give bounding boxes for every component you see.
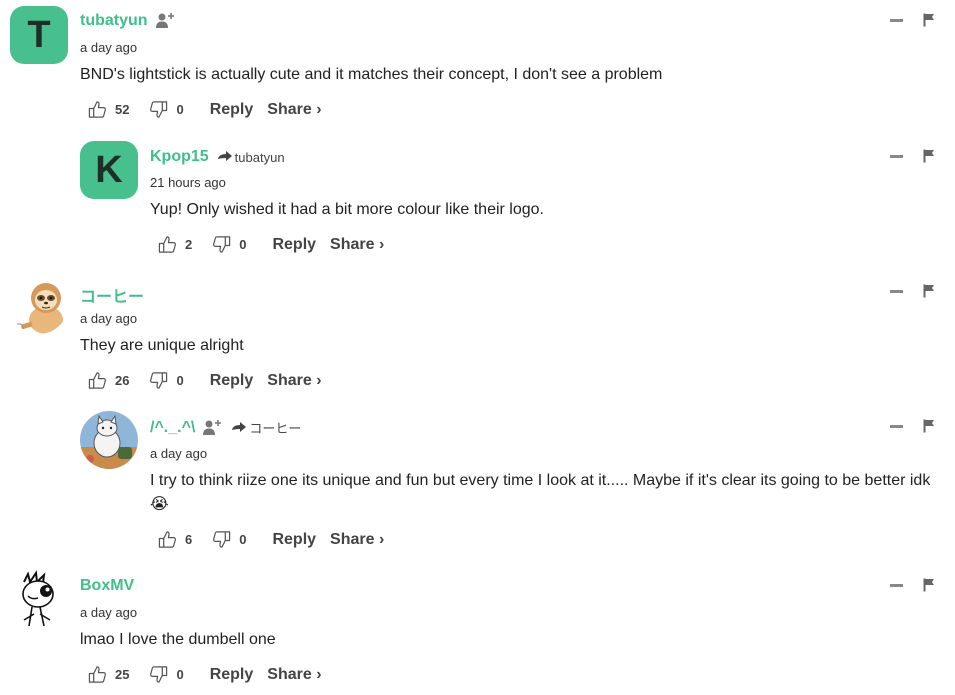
downvote-count: 0: [176, 373, 184, 388]
reply-to-link[interactable]: コーヒー: [231, 418, 301, 437]
downvote-button[interactable]: 0: [149, 100, 184, 119]
timestamp[interactable]: a day ago: [80, 605, 137, 620]
share-button[interactable]: Share ›: [267, 372, 321, 390]
reply-button[interactable]: Reply: [210, 372, 254, 390]
upvote-count: 25: [115, 667, 130, 682]
upvote-button[interactable]: 2: [158, 235, 192, 254]
comment-text: Yup! Only wished it had a bit more colou…: [150, 201, 544, 218]
collapse-icon[interactable]: [890, 583, 903, 587]
thumbs-down-icon: [213, 531, 231, 548]
thumbs-down-icon: [150, 101, 168, 118]
comment-text: lmao I love the dumbell one: [80, 631, 276, 648]
upvote-count: 6: [185, 532, 193, 547]
comment: コーヒー a day ago They are unique alright 2…: [0, 270, 955, 400]
meme-face-avatar[interactable]: [10, 570, 68, 628]
cat-avatar[interactable]: [80, 411, 138, 469]
downvote-button[interactable]: 0: [212, 235, 246, 254]
thumbs-up-icon: [158, 236, 176, 253]
thumbs-down-icon: [150, 666, 168, 683]
comment-text: I try to think riize one its unique and …: [150, 472, 931, 513]
thumbs-up-icon: [88, 372, 106, 389]
reply-button[interactable]: Reply: [210, 101, 254, 119]
follow-user-icon[interactable]: [155, 12, 176, 30]
downvote-button[interactable]: 0: [212, 530, 246, 549]
downvote-count: 0: [239, 237, 247, 252]
upvote-button[interactable]: 52: [88, 100, 129, 119]
avatar[interactable]: T: [10, 6, 68, 64]
thumbs-down-icon: [150, 372, 168, 389]
flag-icon[interactable]: [923, 13, 935, 27]
share-button[interactable]: Share ›: [267, 101, 321, 119]
share-button[interactable]: Share ›: [330, 531, 384, 549]
upvote-count: 52: [115, 102, 130, 117]
upvote-button[interactable]: 26: [88, 371, 129, 390]
meme-face-icon: [22, 570, 54, 627]
sloth-avatar[interactable]: [10, 276, 68, 334]
username[interactable]: /^._.^\: [150, 419, 195, 437]
reply-arrow-icon: [232, 421, 247, 432]
comment-text: They are unique alright: [80, 337, 244, 354]
flag-icon[interactable]: [923, 284, 935, 298]
reply-button[interactable]: Reply: [272, 531, 316, 549]
collapse-icon[interactable]: [890, 424, 903, 428]
thumbs-up-icon: [158, 531, 176, 548]
collapse-icon[interactable]: [890, 289, 903, 293]
follow-user-icon[interactable]: [203, 419, 223, 437]
reply-to-link[interactable]: tubatyun: [217, 150, 285, 165]
upvote-count: 26: [115, 373, 130, 388]
collapse-icon[interactable]: [890, 154, 903, 158]
timestamp[interactable]: a day ago: [150, 446, 207, 461]
timestamp[interactable]: a day ago: [80, 311, 137, 326]
username[interactable]: Kpop15: [150, 148, 209, 166]
username[interactable]: コーヒー: [80, 283, 144, 307]
downvote-button[interactable]: 0: [149, 371, 184, 390]
reply-button[interactable]: Reply: [272, 236, 316, 254]
timestamp[interactable]: a day ago: [80, 40, 137, 55]
share-button[interactable]: Share ›: [267, 666, 321, 684]
downvote-count: 0: [176, 102, 184, 117]
flag-icon[interactable]: [923, 149, 935, 163]
thumbs-down-icon: [213, 236, 231, 253]
downvote-count: 0: [176, 667, 184, 682]
thumbs-up-icon: [88, 666, 106, 683]
downvote-count: 0: [239, 532, 247, 547]
downvote-button[interactable]: 0: [149, 665, 184, 684]
upvote-button[interactable]: 25: [88, 665, 129, 684]
upvote-count: 2: [185, 237, 193, 252]
reply-arrow-icon: [217, 151, 232, 161]
thumbs-up-icon: [88, 101, 106, 118]
username[interactable]: BoxMV: [80, 577, 134, 595]
cat-icon: [80, 411, 138, 469]
sloth-icon: [11, 283, 63, 334]
comment: T tubatyun a day ago BND's lightstick is…: [0, 0, 955, 130]
reply-button[interactable]: Reply: [210, 666, 254, 684]
flag-icon[interactable]: [923, 578, 935, 592]
comment-text: BND's lightstick is actually cute and it…: [80, 66, 663, 83]
comment-reply: K Kpop15 tubatyun 21 hours ago Yup! Only…: [0, 135, 955, 265]
share-button[interactable]: Share ›: [330, 236, 384, 254]
comment: BoxMV a day ago lmao I love the dumbell …: [0, 564, 955, 695]
collapse-icon[interactable]: [890, 18, 903, 22]
flag-icon[interactable]: [923, 419, 935, 433]
username[interactable]: tubatyun: [80, 12, 148, 30]
avatar[interactable]: K: [80, 141, 138, 199]
upvote-button[interactable]: 6: [158, 530, 192, 549]
timestamp[interactable]: 21 hours ago: [150, 175, 226, 190]
comment-reply: /^._.^\ コーヒー a day ago I try to think ri…: [0, 405, 955, 560]
